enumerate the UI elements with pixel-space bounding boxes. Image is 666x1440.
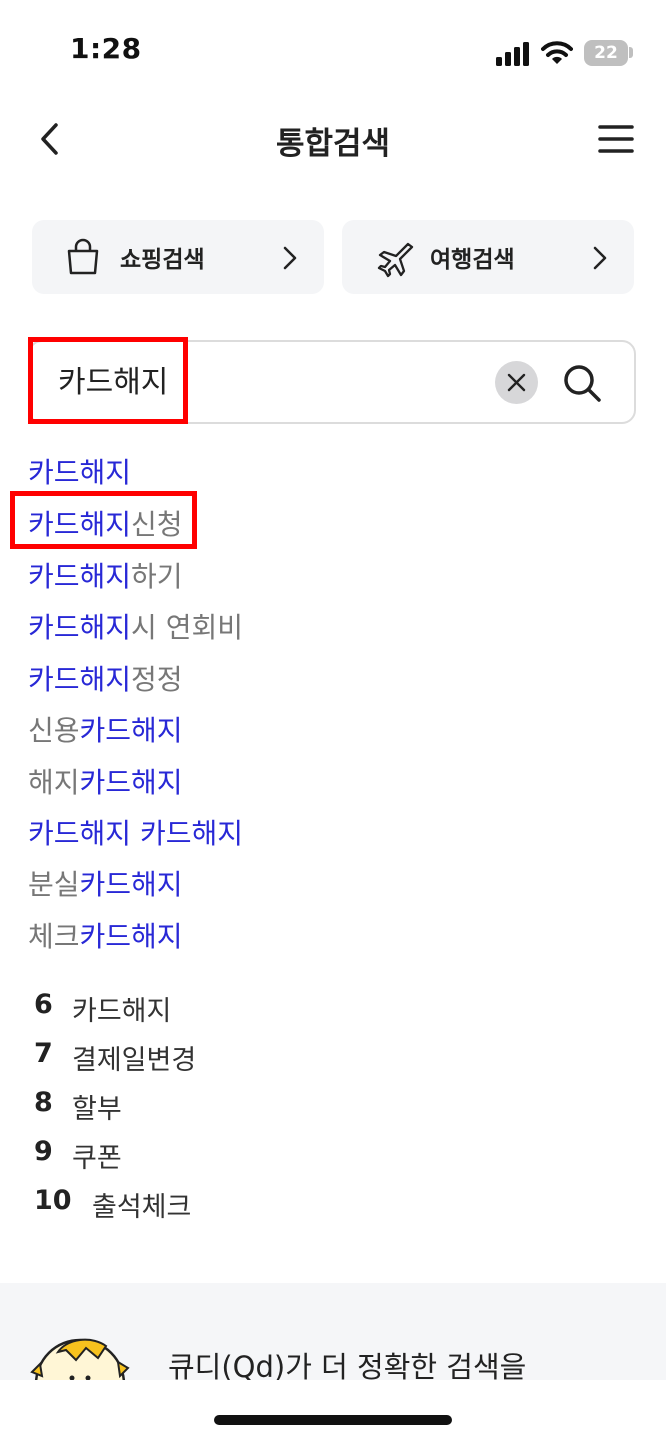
suggestion-suffix: 정정: [131, 663, 183, 696]
close-icon: [507, 373, 526, 392]
suggestion-prefix: 체크: [28, 920, 80, 953]
home-indicator[interactable]: [214, 1415, 452, 1425]
bottom-bar: [0, 1380, 666, 1440]
annotation-highlight-box: [28, 337, 188, 424]
suggestion-highlight: 카드해지: [79, 868, 183, 901]
suggestion-item[interactable]: 카드해지 카드해지: [28, 812, 243, 852]
status-time: 1:28: [70, 32, 142, 65]
suggestion-suffix: 시 연회비: [131, 611, 243, 644]
wifi-icon: [541, 41, 573, 64]
airplane-icon: [377, 242, 414, 278]
rank-keyword[interactable]: 쿠폰: [72, 1136, 122, 1175]
clear-search-button[interactable]: [495, 361, 538, 404]
chevron-right-icon: [593, 246, 607, 270]
page-title: 통합검색: [275, 126, 391, 162]
suggestion-highlight: 카드해지: [28, 663, 132, 696]
suggestion-highlight: 카드해지: [28, 611, 132, 644]
suggestion-highlight: 카드해지: [79, 766, 183, 799]
suggestion-prefix: 분실: [28, 868, 80, 901]
rank-number: 7: [34, 1038, 53, 1069]
shopping-search-button[interactable]: 쇼핑검색: [32, 220, 324, 294]
suggestion-item[interactable]: 분실카드해지: [28, 863, 183, 903]
suggestion-item[interactable]: 카드해지: [28, 451, 131, 491]
battery-icon: 22: [584, 40, 628, 66]
suggestion-prefix: 해지: [28, 766, 80, 799]
rank-number: 8: [34, 1087, 53, 1118]
suggestion-suffix: 하기: [131, 560, 183, 593]
battery-tip: [629, 47, 633, 58]
rank-number: 6: [34, 989, 53, 1020]
rank-keyword[interactable]: 할부: [72, 1087, 122, 1126]
rank-number: 10: [34, 1185, 72, 1216]
suggestion-item[interactable]: 카드해지시 연회비: [28, 606, 243, 646]
annotation-highlight-box: [10, 491, 197, 549]
cellular-signal-icon: [496, 42, 529, 66]
search-icon[interactable]: [561, 362, 603, 404]
suggestion-item[interactable]: 카드해지하기: [28, 555, 183, 595]
suggestion-item[interactable]: 신용카드해지: [28, 709, 183, 749]
shopping-search-label: 쇼핑검색: [120, 247, 205, 273]
travel-search-label: 여행검색: [430, 247, 515, 273]
suggestion-highlight: 카드해지 카드해지: [28, 817, 243, 850]
suggestion-highlight: 카드해지: [28, 456, 132, 489]
rank-keyword[interactable]: 출석체크: [92, 1185, 191, 1224]
menu-icon[interactable]: [598, 124, 634, 154]
shopping-bag-icon: [67, 238, 99, 275]
chevron-right-icon: [283, 246, 297, 270]
rank-number: 9: [34, 1136, 53, 1167]
mascot-icon: [30, 1338, 130, 1384]
suggestion-highlight: 카드해지: [79, 920, 183, 953]
travel-search-button[interactable]: 여행검색: [342, 220, 634, 294]
rank-keyword[interactable]: 결제일변경: [72, 1038, 196, 1077]
suggestion-prefix: 신용: [28, 714, 80, 747]
rank-keyword[interactable]: 카드해지: [72, 989, 171, 1028]
suggestion-item[interactable]: 체크카드해지: [28, 915, 183, 955]
suggestion-highlight: 카드해지: [28, 560, 132, 593]
suggestion-item[interactable]: 해지카드해지: [28, 761, 183, 801]
suggestion-highlight: 카드해지: [79, 714, 183, 747]
suggestion-item[interactable]: 카드해지정정: [28, 658, 183, 698]
